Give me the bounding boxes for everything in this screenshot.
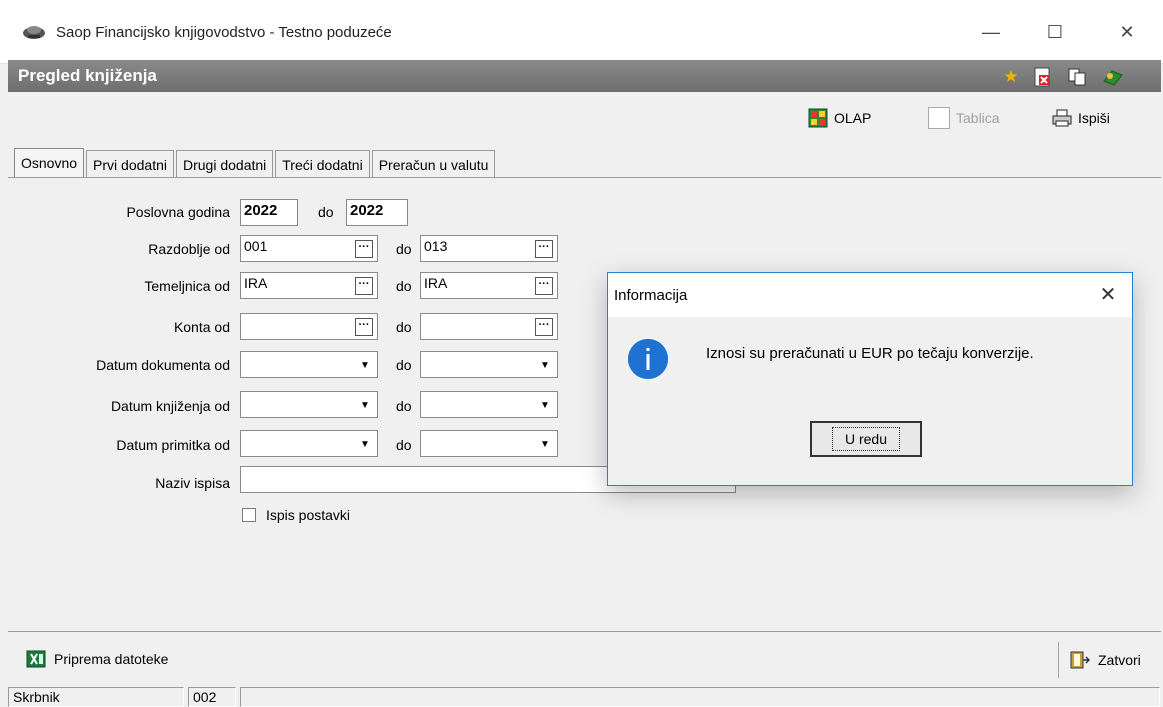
close-door-icon [1070,651,1090,669]
priprema-datoteke-label: Priprema datoteke [54,651,169,667]
poslovna-godina-do-label: do [318,204,334,220]
datum-dokumenta-do-select[interactable]: ▼ [420,351,558,378]
ispis-postavki-checkbox[interactable]: Ispis postavki [242,507,350,523]
razdoblje-od-lookup-button[interactable]: ··· [355,240,373,258]
minimize-button[interactable]: — [968,14,1014,50]
datum-primitka-do-select[interactable]: ▼ [420,430,558,457]
konta-od-input[interactable]: ··· [240,313,378,340]
tab-osnovno[interactable]: Osnovno [14,148,85,178]
olap-label: OLAP [834,110,872,126]
window-title: Saop Financijsko knjigovodstvo - Testno … [56,24,392,41]
ispis-postavki-checkbox-box [242,508,256,522]
poslovna-godina-do-input[interactable]: 2022 [346,199,408,226]
ok-button[interactable]: U redu [810,421,922,457]
razdoblje-do-value: 013 [424,238,448,254]
status-bar: Skrbnik 002 [8,686,1161,707]
chevron-down-icon[interactable]: ▼ [357,396,373,414]
datum-dokumenta-od-select[interactable]: ▼ [240,351,378,378]
razdoblje-label: Razdoblje od [148,241,230,257]
dialog-titlebar: Informacija ✕ [608,273,1132,317]
naziv-ispisa-label: Naziv ispisa [155,475,230,491]
datum-knjizenja-do-select[interactable]: ▼ [420,391,558,418]
printer-icon [1052,109,1072,127]
datum-dokumenta-label: Datum dokumenta od [96,357,230,373]
chevron-down-icon[interactable]: ▼ [537,396,553,414]
maximize-button[interactable]: ☐ [1032,14,1078,50]
datum-primitka-label: Datum primitka od [116,437,230,453]
poslovna-godina-od-input[interactable]: 2022 [240,199,298,226]
temeljnica-od-value: IRA [244,275,268,291]
tablica-checkbox-box [928,107,950,129]
temeljnica-do-lookup-button[interactable]: ··· [535,277,553,295]
chevron-down-icon[interactable]: ▼ [537,356,553,374]
favorite-star-icon[interactable]: ★ [1000,66,1022,88]
datum-primitka-do-label: do [396,437,412,453]
zatvori-label: Zatvori [1098,652,1141,668]
tab-treci-dodatni[interactable]: Treći dodatni [275,150,370,178]
info-icon [628,339,668,379]
tab-drugi-dodatni[interactable]: Drugi dodatni [175,150,274,178]
bottom-bar: Priprema datoteke Zatvori [8,634,1161,686]
tablica-checkbox[interactable]: Tablica [928,106,1000,130]
temeljnica-do-label: do [396,278,412,294]
datum-knjizenja-label: Datum knjiženja od [110,398,230,414]
print-button[interactable]: Ispiši [1052,106,1110,130]
datum-dokumenta-do-label: do [396,357,412,373]
chevron-down-icon[interactable]: ▼ [357,356,373,374]
razdoblje-od-input[interactable]: 001 ··· [240,235,378,262]
temeljnica-od-lookup-button[interactable]: ··· [355,277,373,295]
dialog-message: Iznosi su preračunati u EUR po tečaju ko… [706,345,1034,362]
status-code: 002 [188,687,236,707]
priprema-datoteke-button[interactable]: Priprema datoteke [26,650,168,668]
delete-document-icon[interactable] [1032,66,1054,88]
chevron-down-icon[interactable]: ▼ [357,435,373,453]
tab-strip: Osnovno Prvi dodatni Drugi dodatni Treći… [14,148,497,178]
window-titlebar: Saop Financijsko knjigovodstvo - Testno … [0,0,1163,64]
razdoblje-do-input[interactable]: 013 ··· [420,235,558,262]
chevron-down-icon[interactable]: ▼ [537,435,553,453]
exit-icon[interactable] [1102,66,1124,88]
tab-prvi-dodatni[interactable]: Prvi dodatni [86,150,174,178]
status-empty-cell [240,687,1160,707]
print-label: Ispiši [1078,110,1110,126]
ispis-postavki-label: Ispis postavki [266,507,351,523]
temeljnica-do-value: IRA [424,275,448,291]
konta-label: Konta od [173,319,230,335]
razdoblje-od-value: 001 [244,238,268,254]
datum-primitka-od-select[interactable]: ▼ [240,430,378,457]
excel-export-icon [26,650,46,668]
temeljnica-do-input[interactable]: IRA ··· [420,272,558,299]
dialog-close-button[interactable]: ✕ [1094,281,1122,309]
konta-do-label: do [396,319,412,335]
toolbar: OLAP Tablica Ispiši [8,92,1161,144]
ok-button-label: U redu [831,427,901,451]
tablica-label: Tablica [956,110,1000,126]
information-dialog: Informacija ✕ Iznosi su preračunati u EU… [607,272,1133,486]
zatvori-button[interactable]: Zatvori [1068,650,1141,670]
tab-preracun-u-valutu[interactable]: Preračun u valutu [371,150,496,178]
form-header: Pregled knjiženja ★ [8,60,1161,92]
datum-knjizenja-do-label: do [396,398,412,414]
copy-document-icon[interactable] [1066,66,1088,88]
konta-do-lookup-button[interactable]: ··· [535,318,553,336]
close-window-button[interactable]: ✕ [1104,14,1150,50]
app-icon [23,26,45,39]
konta-do-input[interactable]: ··· [420,313,558,340]
form-title: Pregled knjiženja [18,66,157,85]
olap-icon [808,108,828,128]
razdoblje-do-lookup-button[interactable]: ··· [535,240,553,258]
bottom-separator [1058,642,1059,678]
temeljnica-od-input[interactable]: IRA ··· [240,272,378,299]
konta-od-lookup-button[interactable]: ··· [355,318,373,336]
temeljnica-label: Temeljnica od [144,278,230,294]
dialog-title: Informacija [614,287,688,304]
poslovna-godina-label: Poslovna godina [126,204,230,220]
razdoblje-do-label: do [396,241,412,257]
olap-button[interactable]: OLAP [808,106,871,130]
datum-knjizenja-od-select[interactable]: ▼ [240,391,378,418]
status-user: Skrbnik [8,687,184,707]
